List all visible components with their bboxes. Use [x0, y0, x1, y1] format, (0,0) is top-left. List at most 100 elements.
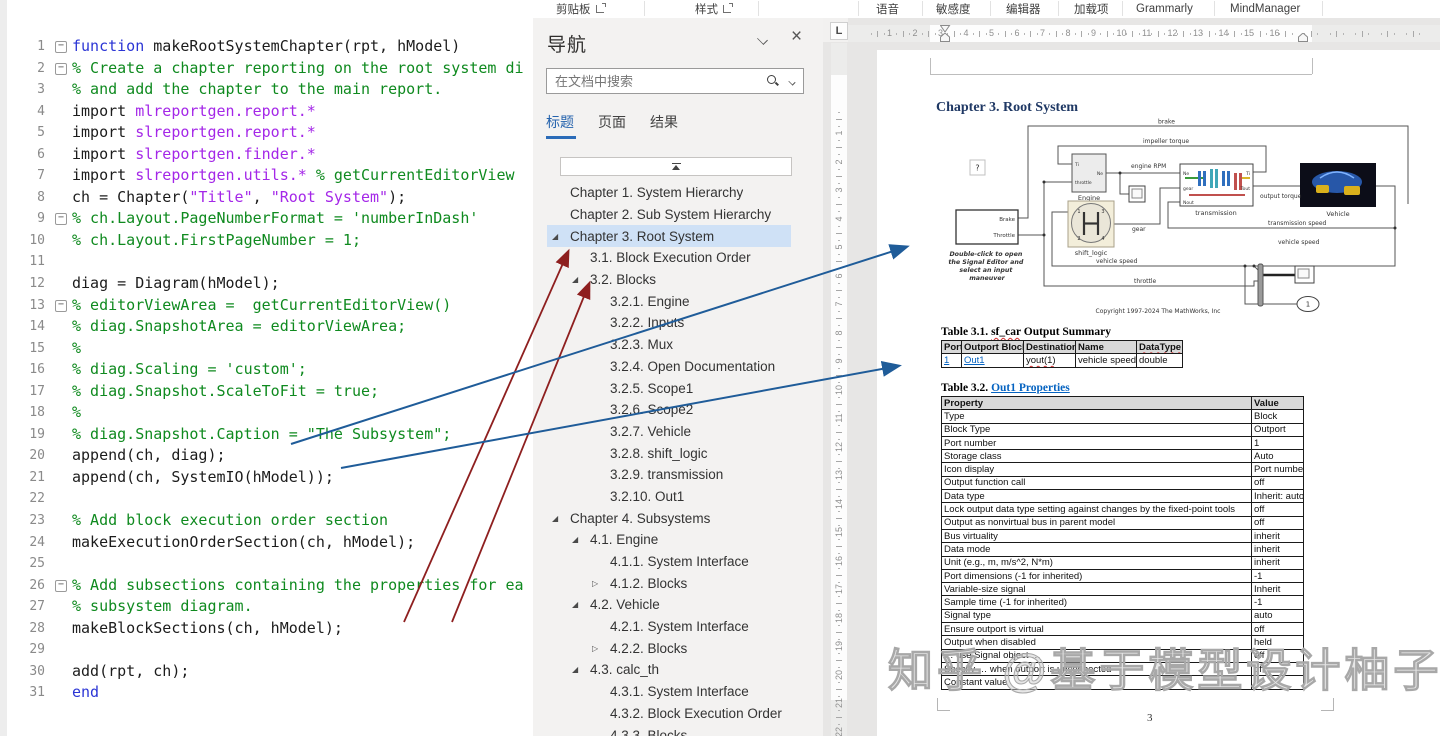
- code-text[interactable]: function makeRootSystemChapter(rpt, hMod…: [72, 36, 460, 58]
- line-number[interactable]: 7: [7, 165, 50, 187]
- line-number[interactable]: 29: [7, 639, 50, 661]
- ribbon-group-label[interactable]: 剪贴板: [556, 1, 591, 17]
- line-number[interactable]: 28: [7, 618, 50, 640]
- line-number[interactable]: 20: [7, 445, 50, 467]
- nav-tree-item[interactable]: ◢ 3.2. Blocks: [547, 269, 791, 291]
- code-text[interactable]: end: [72, 682, 99, 704]
- ribbon-group-label[interactable]: 样式: [695, 1, 718, 17]
- line-number[interactable]: 27: [7, 596, 50, 618]
- line-number[interactable]: 1: [7, 36, 50, 58]
- line-number[interactable]: 11: [7, 251, 50, 273]
- fold-collapse-icon[interactable]: −: [55, 62, 67, 75]
- expanded-triangle-icon[interactable]: ◢: [572, 665, 590, 674]
- mux-block[interactable]: [1257, 263, 1264, 307]
- search-input[interactable]: [547, 69, 803, 93]
- code-text[interactable]: % diag.Scaling = 'custom';: [72, 359, 307, 381]
- fold-collapse-icon[interactable]: −: [55, 299, 67, 312]
- code-text[interactable]: % and add the chapter to the main report…: [72, 79, 442, 101]
- search-box[interactable]: [546, 68, 804, 94]
- tab-stop-selector[interactable]: L: [830, 22, 848, 40]
- nav-tree-item[interactable]: 3.2.9. transmission: [547, 464, 791, 486]
- code-text[interactable]: append(ch, SystemIO(hModel));: [72, 467, 334, 489]
- tab-results[interactable]: 结果: [650, 112, 678, 132]
- dialog-launcher-icon[interactable]: [723, 3, 733, 13]
- nav-tree-item[interactable]: ◢ Chapter 3. Root System: [547, 225, 791, 248]
- code-text[interactable]: import slreportgen.utils.* % getCurrentE…: [72, 165, 515, 187]
- code-text[interactable]: diag = Diagram(hModel);: [72, 273, 280, 295]
- ribbon-group-label[interactable]: 编辑器: [1006, 1, 1041, 17]
- line-number[interactable]: 23: [7, 510, 50, 532]
- line-number[interactable]: 25: [7, 553, 50, 575]
- tab-pages[interactable]: 页面: [598, 112, 626, 132]
- code-text[interactable]: % Add subsections containing the propert…: [72, 575, 524, 597]
- matlab-code-editor[interactable]: 1− function makeRootSystemChapter(rpt, hM…: [0, 0, 533, 736]
- search-options-chevron-icon[interactable]: [788, 79, 796, 85]
- nav-tree-item[interactable]: 4.3.3. Blocks: [547, 724, 791, 736]
- nav-tree-item[interactable]: ▷ 4.1.2. Blocks: [547, 572, 791, 594]
- line-number[interactable]: 6: [7, 144, 50, 166]
- code-text[interactable]: % editorViewArea = getCurrentEditorView(…: [72, 295, 451, 317]
- nav-tree-item[interactable]: Chapter 1. System Hierarchy: [547, 182, 791, 204]
- code-text[interactable]: % diag.SnapshotArea = editorViewArea;: [72, 316, 406, 338]
- line-number[interactable]: 15: [7, 338, 50, 360]
- code-text[interactable]: import slreportgen.finder.*: [72, 144, 316, 166]
- document-page[interactable]: Chapter 3. Root System ? Brake Throttle …: [877, 50, 1440, 736]
- ribbon-group-label[interactable]: 语音: [876, 1, 899, 17]
- nav-tree-item[interactable]: 3.2.8. shift_logic: [547, 442, 791, 464]
- nav-tree-item[interactable]: 3.2.3. Mux: [547, 334, 791, 356]
- expanded-triangle-icon[interactable]: ◢: [572, 600, 590, 609]
- nav-tree-item[interactable]: ◢ 4.3. calc_th: [547, 659, 791, 681]
- line-number[interactable]: 22: [7, 488, 50, 510]
- line-number[interactable]: 30: [7, 661, 50, 683]
- code-text[interactable]: % subsystem diagram.: [72, 596, 253, 618]
- expanded-triangle-icon[interactable]: ◢: [552, 232, 570, 241]
- chevron-down-icon[interactable]: [757, 35, 769, 43]
- fold-collapse-icon[interactable]: −: [55, 41, 67, 53]
- nav-tree-item[interactable]: 4.1.1. System Interface: [547, 551, 791, 573]
- nav-tree-item[interactable]: Chapter 2. Sub System Hierarchy: [547, 204, 791, 226]
- nav-tree-item[interactable]: ▷ 4.2.2. Blocks: [547, 637, 791, 659]
- search-icon[interactable]: [767, 75, 779, 87]
- code-text[interactable]: % diag.Snapshot.Caption = "The Subsystem…: [72, 424, 451, 446]
- code-text[interactable]: % Create a chapter reporting on the root…: [72, 58, 524, 80]
- line-number[interactable]: 24: [7, 532, 50, 554]
- collapsed-triangle-icon[interactable]: ▷: [592, 579, 610, 588]
- line-number[interactable]: 19: [7, 424, 50, 446]
- nav-tree-item[interactable]: 4.3.2. Block Execution Order: [547, 703, 791, 725]
- code-text[interactable]: makeBlockSections(ch, hModel);: [72, 618, 343, 640]
- fold-collapse-icon[interactable]: −: [55, 213, 67, 226]
- nav-tree-item[interactable]: 3.2.6. Scope2: [547, 399, 791, 421]
- hanging-indent-marker[interactable]: [940, 33, 951, 42]
- right-indent-marker[interactable]: [1298, 33, 1309, 42]
- ribbon-group-label[interactable]: Grammarly: [1136, 3, 1193, 15]
- cell-link[interactable]: Out1: [964, 355, 985, 366]
- code-text[interactable]: import mlreportgen.report.*: [72, 101, 316, 123]
- ribbon-group-label[interactable]: 加载项: [1074, 1, 1109, 17]
- line-number[interactable]: 12: [7, 273, 50, 295]
- code-text[interactable]: % Add block execution order section: [72, 510, 388, 532]
- nav-tree-item[interactable]: 3.2.10. Out1: [547, 486, 791, 508]
- line-number[interactable]: 16: [7, 359, 50, 381]
- line-number[interactable]: 2: [7, 58, 50, 80]
- expanded-triangle-icon[interactable]: ◢: [572, 535, 590, 544]
- code-text[interactable]: % ch.Layout.PageNumberFormat = 'numberIn…: [72, 208, 478, 230]
- horizontal-ruler[interactable]: 1 2 3 4 5 6 7 8 9 10 11 12 13 14 15 16: [848, 25, 1440, 42]
- line-number[interactable]: 31: [7, 682, 50, 704]
- nav-tree-item[interactable]: ◢ 4.2. Vehicle: [547, 594, 791, 616]
- ribbon-group-label[interactable]: MindManager: [1230, 3, 1300, 15]
- line-number[interactable]: 18: [7, 402, 50, 424]
- code-text[interactable]: add(rpt, ch);: [72, 661, 189, 683]
- code-text[interactable]: % diag.Snapshot.ScaleToFit = true;: [72, 381, 379, 403]
- line-number[interactable]: 13: [7, 295, 50, 317]
- jump-to-top-button[interactable]: [560, 157, 792, 176]
- vertical-ruler[interactable]: 1 2 3 4 5 6 7 8 9 10 11 12 13 14 15 16 17 18 19 20 21 22: [831, 43, 847, 736]
- nav-tree-item[interactable]: ◢ 4.1. Engine: [547, 529, 791, 551]
- tab-headings[interactable]: 标题: [546, 112, 574, 132]
- nav-tree-item[interactable]: 3.2.4. Open Documentation: [547, 356, 791, 378]
- code-text[interactable]: makeExecutionOrderSection(ch, hModel);: [72, 532, 415, 554]
- line-number[interactable]: 3: [7, 79, 50, 101]
- line-number[interactable]: 5: [7, 122, 50, 144]
- nav-tree-item[interactable]: ◢ Chapter 4. Subsystems: [547, 507, 791, 529]
- code-text[interactable]: append(ch, diag);: [72, 445, 226, 467]
- nav-tree-item[interactable]: 3.2.1. Engine: [547, 290, 791, 312]
